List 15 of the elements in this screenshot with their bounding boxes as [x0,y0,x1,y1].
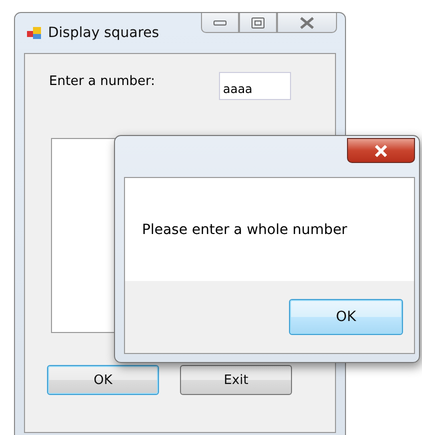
maximize-icon [251,16,265,28]
close-icon [373,144,389,156]
window-title: Display squares [48,25,160,41]
ok-button[interactable]: OK [47,365,159,395]
maximize-button[interactable] [239,13,277,33]
number-input[interactable]: aaaa [219,72,291,100]
minimize-icon [213,18,227,26]
message-text: Please enter a whole number [142,222,348,238]
exit-button[interactable]: Exit [180,365,292,395]
close-button[interactable] [347,138,415,163]
app-icon [26,25,42,41]
close-icon [299,16,315,28]
ok-button[interactable]: OK [289,299,403,335]
number-label: Enter a number: [49,74,156,88]
minimize-button[interactable] [201,13,239,33]
